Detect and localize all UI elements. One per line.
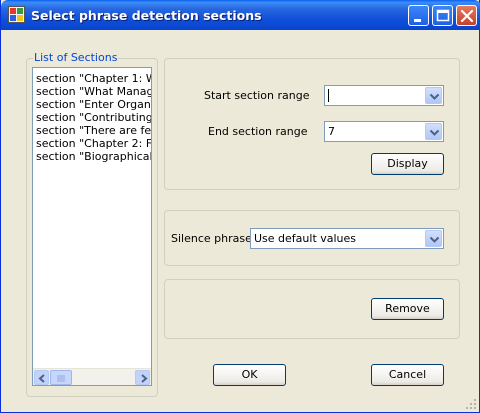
sections-legend: List of Sections — [33, 51, 119, 64]
minimize-icon — [414, 19, 421, 22]
maximize-button[interactable] — [432, 5, 453, 26]
chevron-right-icon — [141, 374, 148, 383]
grip-lines-icon — [57, 375, 65, 382]
silence-phrase-label: Silence phrase — [171, 232, 252, 245]
list-item[interactable]: section "Enter Organizat — [33, 98, 151, 111]
list-item[interactable]: section "Chapter 2: Four — [33, 137, 151, 150]
start-range-combo[interactable] — [324, 85, 444, 106]
application-icon — [8, 6, 25, 23]
window-title: Select phrase detection sections — [31, 8, 262, 23]
end-range-value: 7 — [328, 125, 335, 138]
remove-button[interactable]: Remove — [371, 298, 444, 320]
close-button[interactable] — [456, 5, 477, 26]
cancel-button[interactable]: Cancel — [371, 364, 444, 386]
chevron-left-icon — [38, 374, 45, 383]
end-range-combo[interactable]: 7 — [324, 121, 444, 142]
minimize-button[interactable] — [408, 5, 429, 26]
close-icon — [460, 9, 474, 23]
list-item[interactable]: section "Biographical Ch — [33, 150, 151, 163]
text-caret — [328, 89, 329, 102]
chevron-down-icon — [429, 236, 440, 243]
maximize-icon — [436, 9, 450, 22]
ok-button[interactable]: OK — [213, 364, 286, 386]
sections-list-items: section "Chapter 1: Wha section "What Ma… — [33, 68, 151, 163]
sections-list[interactable]: section "Chapter 1: Wha section "What Ma… — [32, 67, 152, 386]
display-button[interactable]: Display — [371, 153, 444, 175]
silence-phrase-value: Use default values — [254, 232, 357, 245]
chevron-down-icon — [429, 129, 440, 136]
list-item[interactable]: section "Contributing Dis — [33, 111, 151, 124]
start-range-label: Start section range — [204, 89, 310, 102]
list-item[interactable]: section "What Manager — [33, 85, 151, 98]
silence-phrase-dropdown-button[interactable] — [425, 230, 442, 247]
chevron-down-icon — [429, 93, 440, 100]
scroll-right-button[interactable] — [135, 370, 150, 385]
list-item[interactable]: section "There are few A — [33, 124, 151, 137]
silence-phrase-combo[interactable]: Use default values — [250, 228, 444, 249]
horizontal-scrollbar[interactable] — [33, 368, 151, 385]
title-bar[interactable]: Select phrase detection sections — [1, 0, 480, 30]
list-item[interactable]: section "Chapter 1: Wha — [33, 72, 151, 85]
end-range-dropdown-button[interactable] — [425, 123, 442, 140]
resize-grip-icon[interactable] — [465, 398, 477, 410]
scroll-thumb[interactable] — [50, 370, 72, 385]
dialog-window: Select phrase detection sections List of… — [0, 0, 480, 413]
scroll-left-button[interactable] — [34, 370, 49, 385]
start-range-dropdown-button[interactable] — [425, 87, 442, 104]
end-range-label: End section range — [208, 125, 308, 138]
